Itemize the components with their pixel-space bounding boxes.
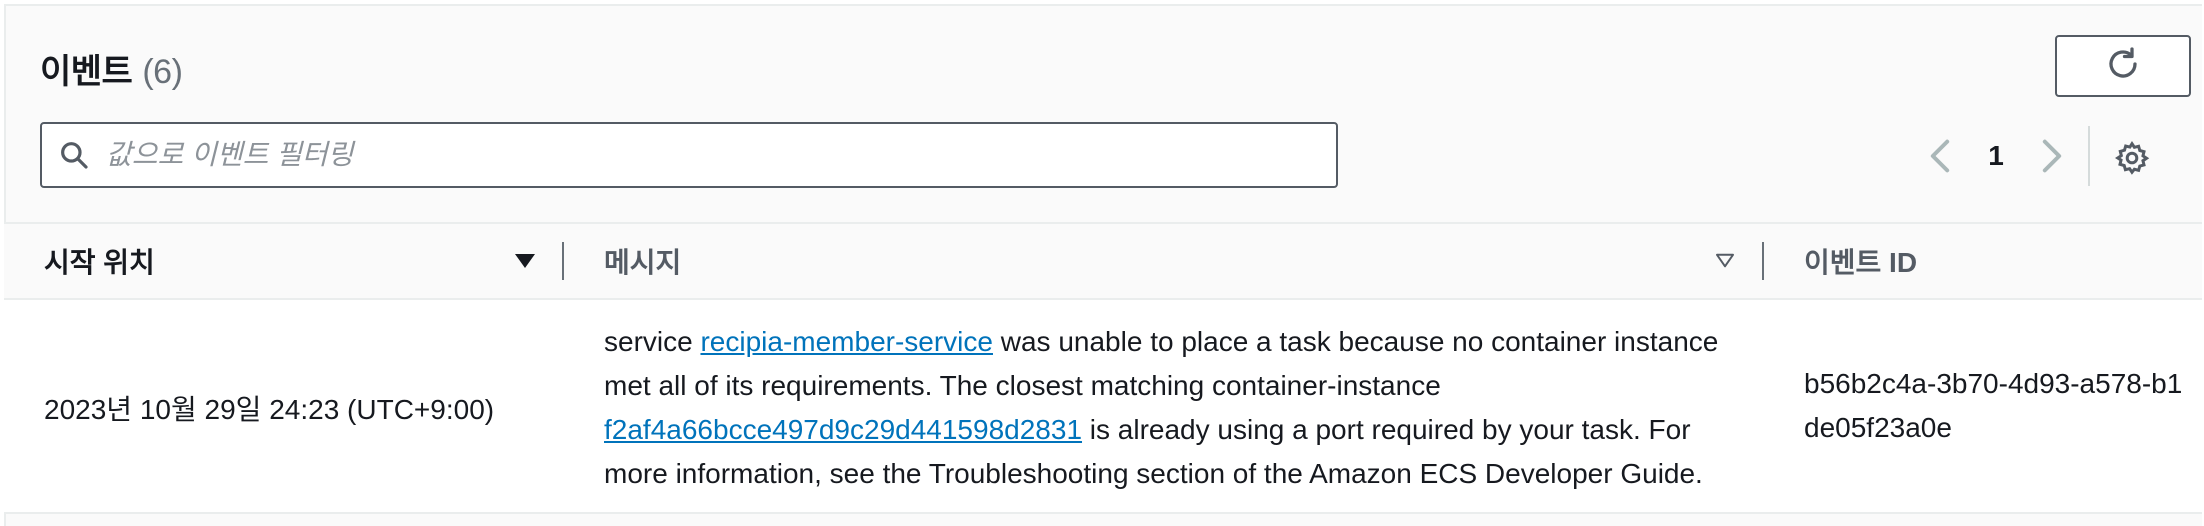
service-link[interactable]: recipia-member-service [700,326,993,357]
search-icon [54,135,94,175]
column-header-event-id[interactable]: 이벤트 ID [1804,224,1917,298]
event-id-cell: b56b2c4a-3b70-4d93-a578-b1de05f23a0e [1804,368,2183,443]
start-time-cell: 2023년 10월 29일 24:23 (UTC+9:00) [44,394,495,425]
chevron-right-icon[interactable] [2032,128,2072,184]
container-instance-link[interactable]: f2af4a66bcce497d9c29d441598d2831 [604,414,1082,445]
chevron-left-icon[interactable] [1920,128,1960,184]
pager-divider [2088,126,2090,186]
message-cell: service recipia-member-service was unabl… [604,320,1744,496]
search-field[interactable] [40,122,1338,188]
column-header-start-time[interactable]: 시작 위치 [44,224,155,298]
table-row: 2023년 10월 29일 24:23 (UTC+9:00) service r… [4,300,2202,514]
page-title: 이벤트 (6) [40,44,183,93]
current-page-number[interactable]: 1 [1960,140,2032,172]
sort-descending-icon[interactable] [510,246,540,276]
refresh-icon [2105,46,2141,87]
pagination: 1 [1920,128,2072,184]
sort-icon[interactable] [1710,246,1740,276]
search-input[interactable] [104,138,1308,172]
table-header: 시작 위치 메시지 이벤트 ID [4,222,2202,300]
message-text: service [604,326,701,357]
title-text: 이벤트 [40,53,133,91]
gear-icon[interactable] [2110,136,2154,180]
column-header-message[interactable]: 메시지 [604,224,681,298]
column-resizer[interactable] [1762,242,1764,280]
event-count: (6) [142,53,183,91]
refresh-button[interactable] [2055,35,2191,97]
column-resizer[interactable] [562,242,564,280]
